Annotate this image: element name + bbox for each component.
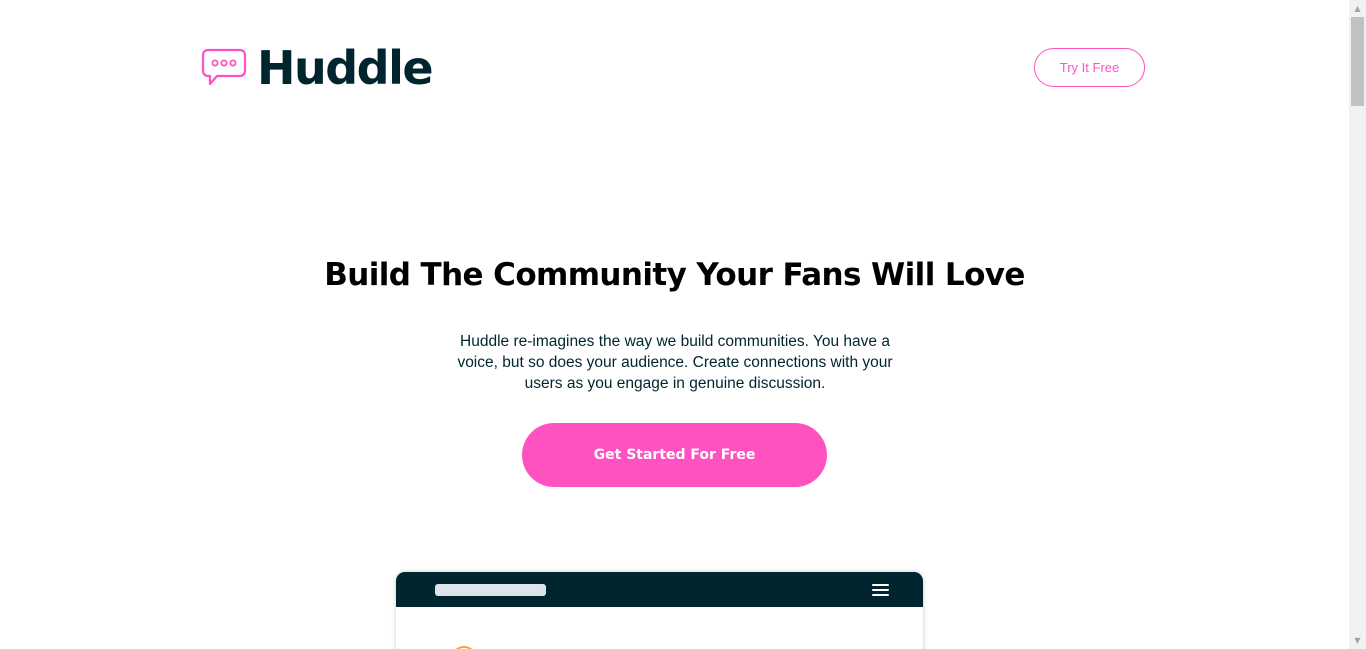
landing-page: Huddle Try It Free Build The Community Y… xyxy=(0,0,1366,649)
triangle-up-icon[interactable]: ▲ xyxy=(1349,0,1366,17)
vertical-scrollbar[interactable]: ▲ ▼ xyxy=(1349,0,1366,649)
brand-logo[interactable]: Huddle xyxy=(201,41,434,95)
hero-description: Huddle re-imagines the way we build comm… xyxy=(457,333,893,392)
app-mockup-image xyxy=(396,572,923,649)
chat-bubble-icon xyxy=(201,48,247,86)
try-it-free-button[interactable]: Try It Free xyxy=(1034,48,1145,87)
hero-title: Build The Community Your Fans Will Love xyxy=(324,257,1025,293)
mockup-title-placeholder xyxy=(435,584,546,596)
scrollbar-thumb[interactable] xyxy=(1351,17,1364,106)
mockup-header-bar xyxy=(396,572,923,607)
brand-name: Huddle xyxy=(257,41,434,95)
triangle-down-icon[interactable]: ▼ xyxy=(1349,632,1366,649)
hamburger-menu-icon xyxy=(872,584,889,596)
get-started-button[interactable]: Get Started For Free xyxy=(522,423,827,487)
